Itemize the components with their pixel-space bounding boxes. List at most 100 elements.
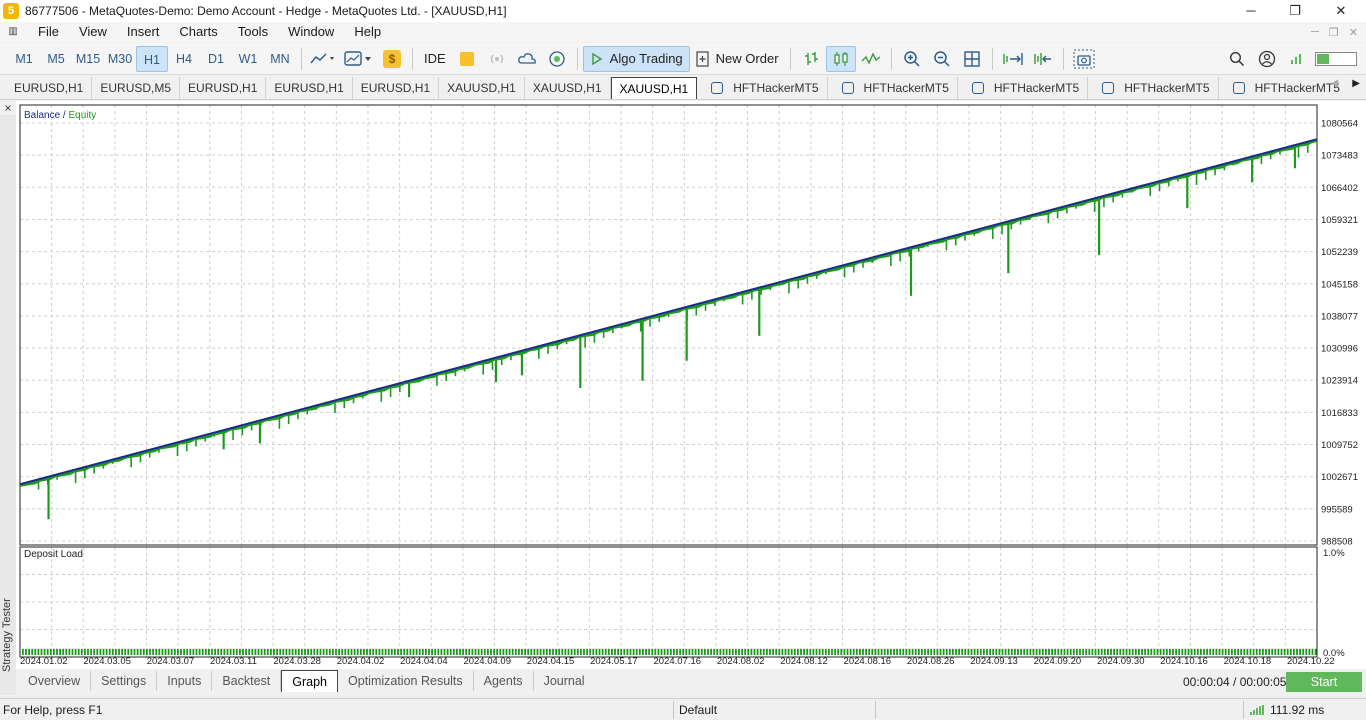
chart-tab[interactable]: EURUSD,H1 (6, 77, 93, 99)
deposit-load-bar (1271, 648, 1274, 655)
chart-tab[interactable]: EURUSD,M5 (92, 77, 181, 99)
tab-settings[interactable]: Settings (91, 671, 158, 691)
tab-agents[interactable]: Agents (474, 671, 534, 691)
timeframe-m5[interactable]: M5 (40, 46, 72, 72)
chart-tab-ea[interactable]: HFTHackerMT5 (1219, 77, 1348, 99)
chart-tab-ea[interactable]: HFTHackerMT5 (958, 77, 1089, 99)
menu-help[interactable]: Help (344, 22, 391, 42)
chart-tab[interactable]: EURUSD,H1 (180, 77, 267, 99)
menu-insert[interactable]: Insert (117, 22, 170, 42)
tab-optimization-results[interactable]: Optimization Results (338, 671, 474, 691)
start-button[interactable]: Start (1286, 672, 1362, 692)
deposit-load-bar (1048, 648, 1050, 655)
timeframe-m30[interactable]: M30 (104, 46, 136, 72)
chart-tab-label: HFTHackerMT5 (863, 81, 949, 95)
deposit-load-bar (204, 648, 207, 655)
account-user-icon[interactable] (1252, 46, 1282, 72)
signals-broadcast-icon[interactable] (482, 46, 512, 72)
chart-tab-ea[interactable]: HFTHackerMT5 (828, 77, 958, 99)
tile-windows-icon[interactable] (957, 46, 987, 72)
expert-advisor-icon (1102, 82, 1115, 94)
chart-shift-icon[interactable] (1028, 46, 1058, 72)
line-chart-icon[interactable] (856, 46, 886, 72)
minimize-button[interactable]: ─ (1228, 0, 1274, 22)
chart-close-icon[interactable]: ✕ (1349, 26, 1358, 39)
deposit-load-bar (623, 648, 626, 655)
chart-restore-icon[interactable]: ❐ (1329, 26, 1339, 39)
algo-trading-button[interactable]: Algo Trading (582, 45, 690, 72)
deposit-load-bar (735, 648, 737, 655)
deposit-load-bar (840, 648, 843, 655)
deposit-load-bar (235, 648, 238, 655)
deposit-load-bar (480, 648, 483, 655)
y-tick-label: 1045158 (1321, 279, 1358, 290)
scroll-left-icon[interactable]: ◀ (1331, 78, 1339, 89)
market-bag-icon[interactable] (452, 46, 482, 72)
deposit-load-bar (304, 648, 306, 655)
timeframe-m15[interactable]: M15 (72, 46, 104, 72)
deposit-load-bar (511, 648, 514, 655)
tab-graph[interactable]: Graph (281, 670, 339, 692)
menu-window[interactable]: Window (278, 22, 344, 42)
chart-tab[interactable]: EURUSD,H1 (353, 77, 440, 99)
chart-minimize-icon[interactable]: ─ (1311, 26, 1319, 38)
x-tick-label: 2024.03.11 (210, 656, 257, 667)
status-bar: For Help, press F1 Default 111.92 ms (0, 698, 1366, 720)
bar-chart-icon[interactable] (796, 46, 826, 72)
metatrader-app-icon[interactable]: 5 (3, 3, 19, 19)
cloud-icon[interactable] (512, 46, 542, 72)
zoom-out-icon[interactable] (927, 46, 957, 72)
timeframe-h4[interactable]: H4 (168, 46, 200, 72)
menu-file[interactable]: File (28, 22, 69, 42)
deposit-load-bar (149, 648, 151, 655)
chart-tab-ea[interactable]: HFTHackerMT5 (1088, 77, 1219, 99)
timeframe-mn[interactable]: MN (264, 46, 296, 72)
chart-tab-ea[interactable]: HFTHackerMT5 (697, 77, 828, 99)
chart-tab-active[interactable]: XAUUSD,H1 (610, 77, 698, 99)
deposit-load-bar (1014, 648, 1016, 655)
scroll-right-icon[interactable]: ▶ (1352, 78, 1360, 89)
chart-tab[interactable]: XAUUSD,H1 (439, 77, 525, 99)
chart-tab[interactable]: EURUSD,H1 (266, 77, 353, 99)
signal-level-icon[interactable] (1282, 46, 1312, 72)
close-window-button[interactable]: ✕ (1318, 0, 1364, 22)
tab-journal[interactable]: Journal (534, 671, 595, 691)
timeframe-h1[interactable]: H1 (136, 45, 168, 72)
zoom-in-icon[interactable] (897, 46, 927, 72)
expert-advisor-icon (1232, 82, 1245, 94)
auto-scroll-icon[interactable] (998, 46, 1028, 72)
templates-menu-icon[interactable] (341, 46, 377, 72)
chart-window-menu-icon[interactable]: ▥ (6, 25, 20, 39)
deposit-load-bar (995, 648, 998, 655)
tab-inputs[interactable]: Inputs (157, 671, 213, 691)
screenshot-icon[interactable] (1069, 46, 1099, 72)
menu-view[interactable]: View (69, 22, 117, 42)
chart-tab[interactable]: XAUUSD,H1 (525, 77, 611, 99)
deposit-load-bar (189, 648, 192, 655)
status-connection[interactable]: 111.92 ms (1250, 703, 1324, 717)
deposit-load-bar (1026, 648, 1029, 655)
timeframe-m1[interactable]: M1 (8, 46, 40, 72)
tab-overview[interactable]: Overview (18, 671, 92, 691)
deposit-load-bar (1128, 648, 1131, 655)
timeframe-d1[interactable]: D1 (200, 46, 232, 72)
dollar-signals-icon[interactable]: $ (377, 46, 407, 72)
search-icon[interactable] (1222, 46, 1252, 72)
new-order-button[interactable]: New Order (690, 46, 785, 72)
deposit-load-bar (1237, 648, 1239, 655)
deposit-load-bar (784, 648, 787, 655)
tester-close-icon[interactable]: × (2, 101, 14, 115)
candlestick-chart-icon[interactable] (825, 45, 856, 72)
deposit-load-bar (902, 648, 905, 655)
menu-charts[interactable]: Charts (169, 22, 227, 42)
deposit-load-bar (924, 648, 926, 655)
deposit-load-bar (716, 648, 719, 655)
tab-backtest[interactable]: Backtest (212, 671, 282, 691)
vps-icon[interactable] (542, 46, 572, 72)
restore-button[interactable]: ❐ (1272, 0, 1318, 22)
deposit-load-bar (418, 648, 421, 655)
indicators-menu-icon[interactable] (307, 46, 341, 72)
ide-button[interactable]: IDE (418, 46, 452, 72)
timeframe-w1[interactable]: W1 (232, 46, 264, 72)
menu-tools[interactable]: Tools (228, 22, 278, 42)
